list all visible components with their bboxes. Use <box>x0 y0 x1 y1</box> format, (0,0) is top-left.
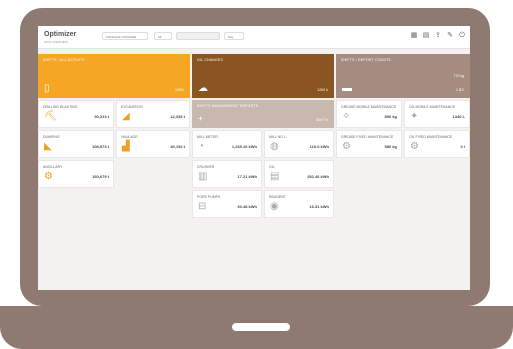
oil-can-icon: ✦ <box>410 111 419 122</box>
card-grease-mobile[interactable]: GREASE MOBILE MAINTENANCE ✧ 890 kg <box>336 100 402 128</box>
card-crusher[interactable]: CRUSHER ▥ 17.21 kWh <box>192 160 262 188</box>
card-oil[interactable]: OIL ▤ 252.46 kWh <box>264 160 334 188</box>
card-value: 16.31 kWh <box>309 204 329 209</box>
card-pore-pumps[interactable]: PORE PUMPS ⊟ 30.48 kWh <box>192 190 262 218</box>
laptop-screen: Optimizer SITE OVERVIEW KILNGALE CRUSHER… <box>38 26 470 290</box>
upload-icon[interactable]: ⇪ <box>434 32 442 40</box>
card-title: GREASE FIXED MAINTENANCE <box>341 135 394 139</box>
tile-value-secondary: 1 BG <box>456 88 464 92</box>
card-drilling-blasting[interactable]: DRILLING BLASTING ⛏ 30,313 t <box>38 100 114 128</box>
crusher-icon: ▥ <box>198 171 208 182</box>
clipboard-icon: ▯ <box>44 83 50 94</box>
cloud-icon: ☁ <box>198 83 208 94</box>
plus-icon: + <box>198 114 203 123</box>
table-icon[interactable]: ▤ <box>422 32 430 40</box>
cog-icon: ⚙ <box>410 141 419 152</box>
card-value: 0 l <box>460 144 465 149</box>
tile-management-reports[interactable]: SHIFTS MANAGEMENT REPORTS + 400 T/h <box>192 100 334 128</box>
card-value: 110.0 kWh <box>309 144 329 149</box>
pump-icon: ⊟ <box>198 201 207 212</box>
card-value: 1,245.16 kWh <box>231 144 257 149</box>
card-title: OIL FIXED MAINTENANCE <box>409 135 453 139</box>
tile-value: 400 T/h <box>316 118 328 122</box>
flask-icon: ◉ <box>270 201 279 212</box>
card-title: MILL METER <box>197 135 218 139</box>
truck-icon: ▟ <box>122 141 130 152</box>
card-title: DRILLING BLASTING <box>43 105 78 109</box>
card-value: 252.46 kWh <box>307 174 329 179</box>
card-oil-fixed[interactable]: OIL FIXED MAINTENANCE ⚙ 0 l <box>404 130 470 158</box>
card-title: CRUSHER <box>197 165 215 169</box>
card-value: 160,679 t <box>92 174 109 179</box>
card-title: PORE PUMPS <box>197 195 221 199</box>
card-mill-no1[interactable]: MILL NO.1 ◍ 110.0 kWh <box>264 130 334 158</box>
card-title: OIL MOBILE MAINTENANCE <box>409 105 456 109</box>
gauge-icon: ◔ <box>198 141 205 152</box>
card-title: ANCILLARY <box>43 165 63 169</box>
filter-select[interactable]: All <box>154 32 172 40</box>
card-value: 580 kg <box>384 144 397 149</box>
tile-report-counts[interactable]: SHIFTS / REPORT COUNTS 770 kg ▬ 1 BG <box>336 54 470 98</box>
card-title: HAULAGE <box>121 135 138 139</box>
power-icon[interactable]: ⏻ <box>458 32 466 40</box>
dump-truck-icon: ◣ <box>44 141 52 152</box>
gear-icon: ⚙ <box>44 171 53 182</box>
card-title: REAGENT <box>269 195 286 199</box>
card-excavation[interactable]: EXCAVATION ◢ 12,336 t <box>116 100 190 128</box>
tile-title: SHIFTS / ALL ACTIVITY <box>43 58 85 62</box>
site-select[interactable]: KILNGALE CRUSHER <box>102 32 148 40</box>
card-mill-meter[interactable]: MILL METER ◔ 1,245.16 kWh <box>192 130 262 158</box>
card-value: 17.21 kWh <box>237 174 257 179</box>
excavator-icon: ◢ <box>122 111 130 122</box>
card-ancillary[interactable]: ANCILLARY ⚙ 160,679 t <box>38 160 114 188</box>
tile-value: 770 kg <box>453 74 464 78</box>
tile-shifts-activity[interactable]: SHIFTS / ALL ACTIVITY ▯ 100% <box>38 54 190 98</box>
settings-icon: ⚙ <box>342 141 351 152</box>
tile-title: SHIFTS / REPORT COUNTS <box>341 58 391 62</box>
tank-icon: ▤ <box>270 171 280 182</box>
card-reagent[interactable]: REAGENT ◉ 16.31 kWh <box>264 190 334 218</box>
period-select[interactable]: Day <box>224 32 244 40</box>
drill-icon: ⛏ <box>44 111 57 122</box>
card-haulage[interactable]: HAULAGE ▟ 40,152 t <box>116 130 190 158</box>
card-grease-fixed[interactable]: GREASE FIXED MAINTENANCE ⚙ 580 kg <box>336 130 402 158</box>
card-value: 12,336 t <box>170 114 185 119</box>
tile-title: SHIFTS MANAGEMENT REPORTS <box>197 104 259 108</box>
grease-gun-icon: ✧ <box>342 111 351 122</box>
grid-icon[interactable]: ▦ <box>410 32 418 40</box>
card-title: DUMPING <box>43 135 60 139</box>
card-value: 40,152 t <box>170 144 185 149</box>
app-logo[interactable]: Optimizer <box>44 31 76 38</box>
card-value: 108,573 t <box>92 144 109 149</box>
card-value: 30.48 kWh <box>237 204 257 209</box>
card-title: MILL NO.1 <box>269 135 286 139</box>
top-bar: Optimizer SITE OVERVIEW KILNGALE CRUSHER… <box>38 26 470 49</box>
card-title: EXCAVATION <box>121 105 143 109</box>
card-value: 1340 L <box>452 114 465 119</box>
edit-icon[interactable]: ✎ <box>446 32 454 40</box>
tile-oil-changes[interactable]: OIL CHANGES ☁ 1200 h <box>192 54 334 98</box>
card-title: OIL <box>269 165 275 169</box>
card-oil-mobile[interactable]: OIL MOBILE MAINTENANCE ✦ 1340 L <box>404 100 470 128</box>
meter-icon: ◍ <box>270 141 279 152</box>
tile-value: 1200 h <box>317 88 328 92</box>
card-value: 30,313 t <box>94 114 109 119</box>
tile-title: OIL CHANGES <box>197 58 223 62</box>
tile-value: 100% <box>175 88 184 92</box>
camera-icon: ▬ <box>342 83 352 94</box>
breadcrumb: SITE OVERVIEW <box>44 40 68 44</box>
card-title: GREASE MOBILE MAINTENANCE <box>341 105 397 109</box>
card-value: 890 kg <box>384 114 397 119</box>
card-dumping[interactable]: DUMPING ◣ 108,573 t <box>38 130 114 158</box>
laptop-notch <box>232 323 290 331</box>
date-range-input[interactable] <box>176 32 220 40</box>
